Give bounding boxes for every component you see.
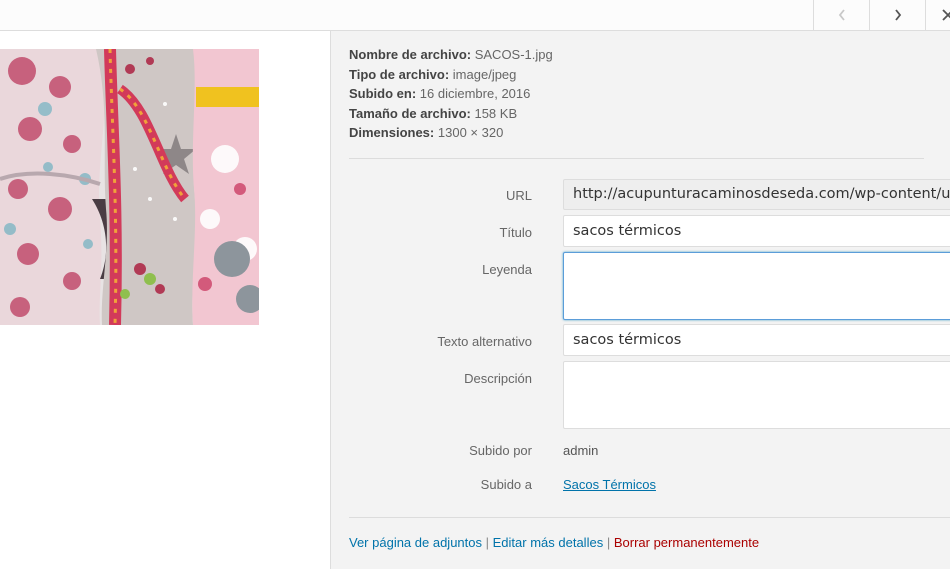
edit-more-details-link[interactable]: Editar más detalles <box>493 535 604 550</box>
file-size-value: 158 KB <box>474 105 518 121</box>
next-attachment-button[interactable] <box>869 0 926 30</box>
close-modal-button[interactable] <box>925 0 950 30</box>
file-name-label: Nombre de archivo: <box>349 47 472 62</box>
uploaded-date-row: Subido en: 16 diciembre, 2016 <box>349 84 553 104</box>
file-size-row: Tamaño de archivo: 158 KB <box>349 104 553 124</box>
file-type-value: image/jpeg <box>452 66 517 82</box>
uploaded-date-label: Subido en: <box>349 86 417 102</box>
file-info: Nombre de archivo: SACOS-1.jpg Tipo de a… <box>349 45 553 143</box>
divider <box>349 158 924 159</box>
chevron-right-icon <box>895 9 902 21</box>
view-attachment-page-link[interactable]: Ver página de adjuntos <box>349 535 482 550</box>
dimensions-value: 1300 × 320 <box>437 125 504 141</box>
fabric-image <box>0 49 259 325</box>
attachment-details: Nombre de archivo: SACOS-1.jpg Tipo de a… <box>330 31 950 569</box>
caption-textarea[interactable] <box>563 252 950 320</box>
dimensions-label: Dimensiones: <box>349 125 435 141</box>
dimensions-row: Dimensiones: 1300 × 320 <box>349 123 553 143</box>
description-textarea[interactable] <box>563 361 950 429</box>
uploaded-to-label: Subido a <box>480 477 532 492</box>
file-name-row: Nombre de archivo: SACOS-1.jpg <box>349 45 553 65</box>
alt-text-field[interactable]: sacos térmicos <box>563 324 950 356</box>
description-label: Descripción <box>464 371 532 386</box>
separator: | <box>485 535 490 550</box>
attachment-preview <box>0 31 330 569</box>
attachment-thumbnail <box>0 49 259 325</box>
alt-text-label: Texto alternativo <box>437 334 532 349</box>
divider <box>349 517 950 518</box>
modal-header <box>0 0 950 31</box>
caption-label: Leyenda <box>482 262 532 277</box>
url-field[interactable]: http://acupunturacaminosdeseda.com/wp-co… <box>563 179 950 210</box>
url-label: URL <box>505 188 532 203</box>
file-type-label: Tipo de archivo: <box>349 66 450 82</box>
separator: | <box>606 535 611 550</box>
uploaded-by-value: admin <box>563 443 599 458</box>
uploaded-date-value: 16 diciembre, 2016 <box>419 86 531 102</box>
uploaded-by-label: Subido por <box>469 443 532 458</box>
close-icon <box>942 9 950 21</box>
previous-attachment-button[interactable] <box>813 0 870 30</box>
chevron-left-icon <box>838 9 845 21</box>
uploaded-to-link[interactable]: Sacos Térmicos <box>563 477 656 492</box>
attachment-actions: Ver página de adjuntos | Editar más deta… <box>349 535 759 550</box>
delete-permanently-link[interactable]: Borrar permanentemente <box>614 535 759 550</box>
title-field[interactable]: sacos térmicos <box>563 215 950 247</box>
file-type-row: Tipo de archivo: image/jpeg <box>349 65 553 85</box>
file-size-label: Tamaño de archivo: <box>349 105 471 121</box>
file-name-value: SACOS-1.jpg <box>474 47 553 62</box>
title-label: Título <box>499 225 532 240</box>
